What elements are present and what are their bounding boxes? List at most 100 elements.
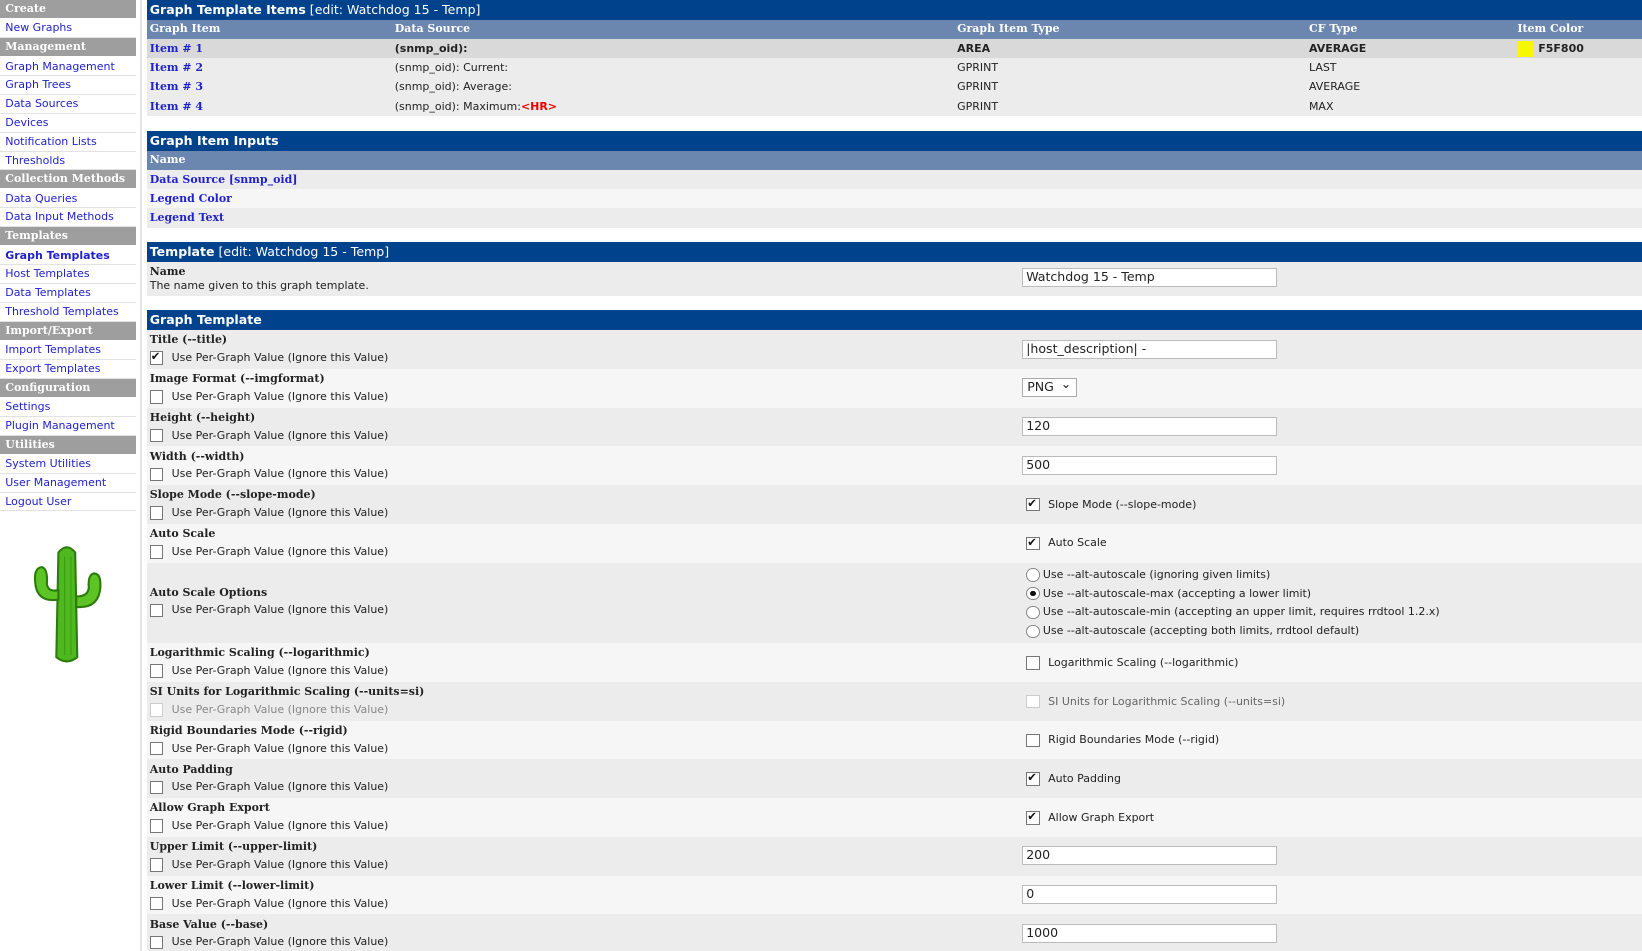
- template-name-input[interactable]: Watchdog 15 - Temp: [1022, 268, 1277, 288]
- auto-padding-checkbox[interactable]: [1026, 770, 1040, 786]
- graph-item-inputs-title: Graph Item Inputs: [146, 130, 1642, 151]
- per-graph-checkbox[interactable]: [149, 780, 164, 795]
- logarithmic-scaling-logarithmic-option[interactable]: Logarithmic Scaling (--logarithmic): [1026, 656, 1238, 670]
- item-color-cell: [1514, 97, 1642, 116]
- table-row: Data Source [snmp_oid]: [146, 169, 1642, 189]
- column-header-data-source[interactable]: Data Source: [392, 20, 954, 39]
- sidebar-item-devices[interactable]: Devices: [0, 114, 137, 133]
- per-graph-checkbox[interactable]: [149, 896, 164, 911]
- sidebar-item-graph-templates[interactable]: Graph Templates: [0, 247, 137, 266]
- per-graph-checkbox[interactable]: [149, 703, 164, 717]
- height-height-input[interactable]: 120: [1022, 417, 1277, 436]
- sidebar-item-thresholds[interactable]: Thresholds: [0, 152, 137, 171]
- radio-button[interactable]: [1026, 586, 1040, 601]
- sidebar-item-data-queries[interactable]: Data Queries: [0, 190, 137, 209]
- autoscale-option[interactable]: Use --alt-autoscale (accepting both limi…: [1026, 622, 1439, 641]
- chevron-down-icon: ⌄: [1060, 376, 1072, 392]
- per-graph-checkbox[interactable]: [149, 858, 164, 872]
- auto-scale-option[interactable]: Auto Scale: [1026, 535, 1107, 551]
- allow-graph-export-option[interactable]: Allow Graph Export: [1026, 809, 1154, 825]
- upper-limit-upper-limit-input[interactable]: 200: [1022, 846, 1277, 866]
- sidebar-item-settings[interactable]: Settings: [0, 398, 137, 417]
- sidebar: Create New Graphs Management Graph Manageme…: [0, 0, 137, 512]
- sidebar-item-plugin-management[interactable]: Plugin Management: [0, 417, 137, 436]
- autoscale-option[interactable]: Use --alt-autoscale (ignoring given limi…: [1026, 566, 1439, 585]
- slope-mode-slope-mode-option[interactable]: Slope Mode (--slope-mode): [1026, 496, 1196, 512]
- sidebar-item-graph-management[interactable]: Graph Management: [0, 58, 137, 77]
- rigid-boundaries-mode-rigid-option[interactable]: Rigid Boundaries Mode (--rigid): [1026, 733, 1219, 748]
- logarithmic-scaling-logarithmic-checkbox[interactable]: [1026, 656, 1040, 670]
- per-graph-checkbox[interactable]: [149, 603, 164, 618]
- column-header-cf-type[interactable]: CF Type: [1306, 20, 1514, 39]
- lower-limit-lower-limit-input[interactable]: 0: [1022, 885, 1277, 904]
- per-graph-label: Use Per-Graph Value (Ignore this Value): [171, 544, 389, 558]
- cf-type-cell: AVERAGE: [1308, 80, 1361, 94]
- per-graph-label: Use Per-Graph Value (Ignore this Value): [171, 467, 389, 481]
- slope-mode-slope-mode-checkbox[interactable]: [1026, 496, 1040, 512]
- sidebar-item-data-sources[interactable]: Data Sources: [0, 95, 137, 114]
- sidebar-item-data-input-methods[interactable]: Data Input Methods: [0, 208, 137, 228]
- per-graph-checkbox[interactable]: [149, 741, 164, 756]
- autoscale-option[interactable]: Use --alt-autoscale-max (accepting a low…: [1026, 585, 1439, 604]
- column-header-graph-item-type[interactable]: Graph Item Type: [954, 20, 1306, 39]
- sidebar-item-user-management[interactable]: User Management: [0, 474, 137, 493]
- per-graph-checkbox[interactable]: [149, 819, 164, 833]
- graph-item-input-link[interactable]: Legend Text: [147, 208, 224, 227]
- radio-button[interactable]: [1026, 568, 1040, 582]
- rigid-boundaries-mode-rigid-checkbox[interactable]: [1026, 733, 1040, 748]
- sidebar-item-new-graphs[interactable]: New Graphs: [0, 19, 137, 39]
- field-label: Upper Limit (--upper-limit): [149, 840, 318, 854]
- sidebar-item-data-templates[interactable]: Data Templates: [0, 284, 137, 303]
- si-units-for-logarithmic-scaling-units-si-text: SI Units for Logarithmic Scaling (--unit…: [1048, 694, 1286, 708]
- per-graph-checkbox[interactable]: [149, 545, 164, 559]
- width-width-input[interactable]: 500: [1022, 455, 1277, 475]
- sidebar-item-graph-trees[interactable]: Graph Trees: [0, 76, 137, 96]
- column-header-graph-item[interactable]: Graph Item: [147, 20, 392, 39]
- allow-graph-export-checkbox[interactable]: [1026, 809, 1040, 825]
- graph-item-input-link[interactable]: Legend Color: [147, 189, 232, 208]
- per-graph-label: Use Per-Graph Value (Ignore this Value): [171, 935, 389, 949]
- si-units-for-logarithmic-scaling-units-si-option[interactable]: SI Units for Logarithmic Scaling (--unit…: [1026, 695, 1285, 709]
- sidebar-item-export-templates[interactable]: Export Templates: [0, 360, 137, 379]
- per-graph-label: Use Per-Graph Value (Ignore this Value): [171, 506, 389, 520]
- auto-padding-option[interactable]: Auto Padding: [1026, 770, 1121, 786]
- sidebar-item-host-templates[interactable]: Host Templates: [0, 265, 137, 285]
- radio-button[interactable]: [1026, 624, 1040, 639]
- si-units-for-logarithmic-scaling-units-si-checkbox[interactable]: [1026, 694, 1040, 709]
- field-row-rigid-boundaries-mode-rigid: Rigid Boundaries Mode (--rigid) Use Per-G…: [146, 720, 1642, 760]
- per-graph-option: Use Per-Graph Value (Ignore this Value): [149, 935, 389, 950]
- auto-scale-checkbox[interactable]: [1026, 535, 1040, 551]
- graph-template-form: Title (--title) Use Per-Graph Value (Igno…: [146, 330, 1642, 951]
- per-graph-checkbox[interactable]: [149, 390, 164, 404]
- image-format-select[interactable]: PNG ⌄: [1022, 376, 1077, 398]
- autoscale-option[interactable]: Use --alt-autoscale-min (accepting an up…: [1026, 603, 1440, 622]
- data-source-text: (snmp_oid):: [394, 41, 468, 55]
- logarithmic-scaling-logarithmic-text: Logarithmic Scaling (--logarithmic): [1048, 655, 1239, 669]
- cf-type-cell: AVERAGE: [1308, 41, 1367, 55]
- item-color-cell: [1514, 58, 1642, 77]
- per-graph-checkbox[interactable]: [149, 664, 164, 678]
- per-graph-checkbox[interactable]: [149, 428, 164, 443]
- data-source-cell: (snmp_oid): Average:: [392, 77, 954, 96]
- per-graph-checkbox[interactable]: [149, 467, 164, 482]
- graph-item-link[interactable]: Item # 1: [147, 39, 392, 58]
- graph-item-link[interactable]: Item # 2: [147, 58, 392, 77]
- radio-button[interactable]: [1026, 605, 1040, 620]
- graph-item-link[interactable]: Item # 4: [147, 97, 392, 116]
- column-header-item-color[interactable]: Item Color: [1514, 20, 1642, 39]
- graph-item-input-link[interactable]: Data Source [snmp_oid]: [147, 170, 298, 189]
- sidebar-item-threshold-templates[interactable]: Threshold Templates: [0, 303, 137, 322]
- sidebar-item-logout-user[interactable]: Logout User: [0, 493, 137, 512]
- per-graph-checkbox[interactable]: [149, 935, 164, 950]
- inputs-table: Data Source [snmp_oid] Legend Color Legend…: [146, 169, 1642, 228]
- title-title-input[interactable]: |host_description| -: [1022, 339, 1277, 359]
- per-graph-checkbox[interactable]: [149, 506, 164, 520]
- items-table-header: Graph Item Data Source Graph Item Type CF T…: [146, 19, 1642, 39]
- sidebar-item-system-utilities[interactable]: System Utilities: [0, 455, 137, 474]
- sidebar-item-notification-lists[interactable]: Notification Lists: [0, 133, 137, 152]
- per-graph-option: Use Per-Graph Value (Ignore this Value): [149, 780, 388, 795]
- per-graph-checkbox[interactable]: [149, 349, 164, 365]
- sidebar-item-import-templates[interactable]: Import Templates: [0, 341, 137, 360]
- base-value-base-input[interactable]: 1000: [1022, 923, 1277, 943]
- graph-item-link[interactable]: Item # 3: [147, 77, 392, 96]
